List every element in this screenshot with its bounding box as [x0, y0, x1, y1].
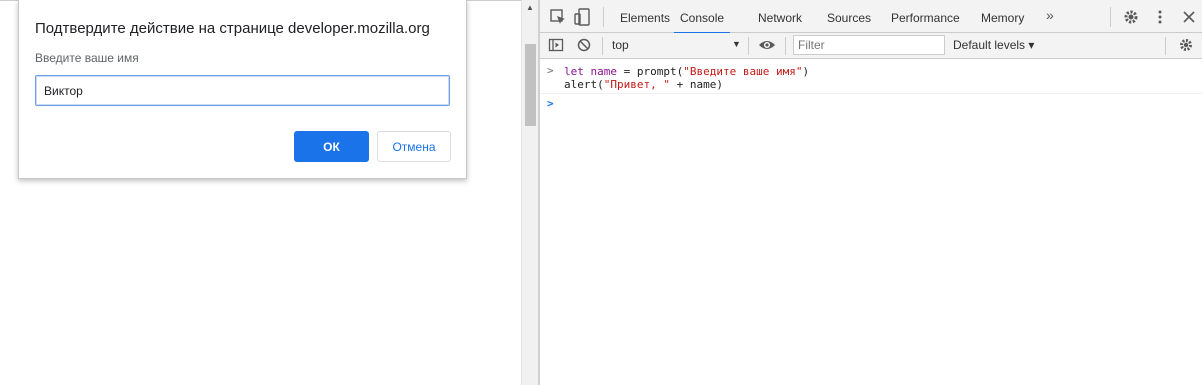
code-text: = prompt( — [617, 65, 684, 78]
device-toolbar-icon[interactable] — [574, 8, 592, 26]
kebab-menu-icon[interactable] — [1151, 8, 1169, 26]
console-prompt-icon[interactable]: > — [547, 97, 554, 110]
tab-network[interactable]: Network — [758, 0, 802, 32]
sidebar-toggle-icon[interactable] — [548, 37, 564, 53]
context-dropdown-icon[interactable]: ▼ — [732, 39, 741, 49]
toolbar-separator — [785, 37, 786, 55]
console-toolbar: top ▼ Default levels ▾ — [540, 33, 1202, 59]
devtools-tabbar: Elements Console Network Sources Perform… — [540, 0, 1202, 34]
tabbar-separator — [1110, 7, 1111, 27]
input-chevron-icon: > — [547, 64, 554, 77]
scrollbar-thumb[interactable] — [525, 44, 536, 126]
scroll-up-icon[interactable]: ▲ — [526, 4, 534, 12]
code-variable: name — [590, 65, 618, 78]
prompt-dialog: Подтвердите действие на странице develop… — [18, 0, 467, 179]
code-keyword: let — [564, 65, 591, 78]
tab-sources[interactable]: Sources — [827, 0, 871, 32]
code-text: alert( — [564, 78, 604, 91]
inspect-element-icon[interactable] — [549, 8, 567, 26]
toolbar-separator — [748, 37, 749, 55]
code-string: "Введите ваше имя" — [683, 65, 803, 78]
tab-memory[interactable]: Memory — [981, 0, 1024, 32]
clear-console-icon[interactable] — [576, 37, 592, 53]
toolbar-separator — [602, 37, 603, 55]
code-string: "Привет, " — [603, 78, 670, 91]
console-code: let name = prompt("Введите ваше имя") al… — [564, 65, 809, 91]
dialog-message: Введите ваше имя — [35, 51, 139, 65]
console-input-entry: > let name = prompt("Введите ваше имя") … — [540, 60, 1202, 94]
console-filter-input[interactable] — [793, 35, 945, 55]
live-expression-eye-icon[interactable] — [758, 37, 775, 53]
code-text: ) — [802, 65, 810, 78]
ok-button[interactable]: ОК — [294, 131, 369, 162]
page-scrollbar[interactable]: ▲ — [521, 0, 538, 385]
tabbar-separator — [603, 7, 604, 27]
dialog-title: Подтвердите действие на странице develop… — [35, 20, 430, 37]
tab-performance[interactable]: Performance — [891, 0, 960, 32]
cancel-button[interactable]: Отмена — [377, 131, 451, 162]
settings-gear-icon[interactable] — [1122, 8, 1140, 26]
more-tabs-icon[interactable]: » — [1046, 7, 1054, 23]
log-levels-dropdown[interactable]: Default levels ▾ — [953, 38, 1034, 52]
toolbar-separator — [1165, 37, 1166, 55]
code-text: + name) — [669, 78, 723, 91]
close-devtools-icon[interactable] — [1180, 8, 1198, 26]
tab-console[interactable]: Console — [674, 0, 731, 34]
console-output[interactable]: > let name = prompt("Введите ваше имя") … — [540, 60, 1202, 385]
context-selector[interactable]: top — [612, 38, 629, 52]
name-input[interactable] — [35, 75, 450, 106]
console-settings-gear-icon[interactable] — [1178, 37, 1194, 53]
tab-elements[interactable]: Elements — [620, 0, 670, 32]
devtools-panel: Elements Console Network Sources Perform… — [540, 0, 1202, 385]
